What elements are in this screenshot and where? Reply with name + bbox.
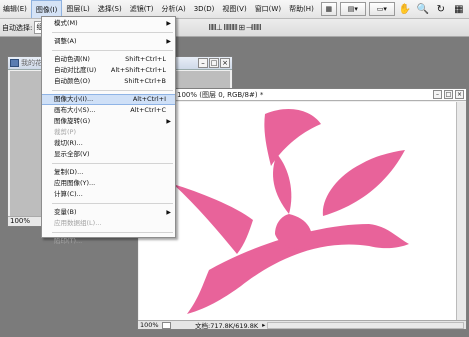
menu-item-shortcut: Alt+Shift+Ctrl+L [110, 66, 166, 74]
menu-separator [52, 232, 173, 233]
maximize-icon[interactable]: □ [209, 58, 219, 68]
status-arrow-icon[interactable]: ▸ [262, 321, 265, 329]
rotate-view-icon[interactable]: ↻ [433, 1, 449, 17]
menu-item-label: 裁剪(P) [54, 128, 76, 136]
menu-item-label: 裁切(R)... [54, 139, 83, 147]
menu-separator [52, 50, 173, 51]
menu-separator [52, 32, 173, 33]
submenu-arrow-icon: ▶ [166, 118, 171, 125]
maximize-icon[interactable]: □ [444, 90, 453, 99]
zoom-icon[interactable]: 🔍 [415, 1, 431, 17]
minimize-icon[interactable]: – [198, 58, 208, 68]
image-menu-item[interactable]: 图像大小(I)... Alt+Ctrl+I [42, 94, 175, 105]
menu-item-label: 调整(A) [54, 37, 77, 45]
image-menu-item[interactable]: 自动对比度(U) Alt+Shift+Ctrl+L [42, 65, 175, 76]
close-icon[interactable]: × [220, 58, 230, 68]
menu-item-label: 自动颜色(O) [54, 77, 91, 85]
menu-item-label: 变量(B) [54, 208, 77, 216]
minimize-icon[interactable]: – [433, 90, 442, 99]
menu-item-label: 显示全部(V) [54, 150, 90, 158]
view-extras-icon[interactable]: ▦ [320, 2, 337, 16]
image-menu: 模式(M) ▶ 调整(A) ▶ 自动色调(N) Shift+Ctrl+L 自动对比度(U) A… [41, 16, 176, 245]
doc-main-zoom[interactable]: 100% [138, 321, 162, 329]
align-buttons[interactable]: ⅡⅢ⊥ ⅢⅢⅢ ⊞ ⊣ⅢⅢ [208, 23, 261, 32]
grid-icon[interactable]: ▦ [451, 1, 467, 17]
image-menu-item[interactable]: 变量(B) ▶ [42, 207, 175, 218]
menu-item-shortcut: Alt+Ctrl+I [132, 95, 166, 103]
menu-item-shortcut: Shift+Ctrl+L [125, 55, 166, 63]
submenu-arrow-icon: ▶ [166, 38, 171, 45]
doc-small-title: 我的花 [21, 59, 42, 67]
menu-item-label: 图像大小(I)... [54, 95, 94, 103]
menu-item-label: 应用图像(Y)... [54, 179, 96, 187]
close-icon[interactable]: × [455, 90, 464, 99]
image-menu-item[interactable]: 计算(C)... [42, 189, 175, 200]
doc-main-horizontal-scrollbar[interactable] [267, 321, 464, 329]
image-menu-item: 应用数据组(L)... [42, 218, 175, 229]
image-menu-item[interactable]: 画布大小(S)... Alt+Ctrl+C [42, 105, 175, 116]
image-menu-item[interactable]: 图像旋转(G) ▶ [42, 116, 175, 127]
image-menu-item[interactable]: 裁切(R)... [42, 138, 175, 149]
doc-info: 文档:717.8K/619.8K [195, 322, 259, 330]
doc-small-window-controls: – □ × [198, 58, 230, 68]
menu-item-label: 模式(M) [54, 19, 78, 27]
menu-separator [52, 163, 173, 164]
submenu-arrow-icon: ▶ [166, 209, 171, 216]
menu-separator [52, 90, 173, 91]
menu-window[interactable]: 窗口(W) [251, 0, 285, 18]
image-menu-item[interactable]: 复制(D)... [42, 167, 175, 178]
menu-item-label: 自动对比度(U) [54, 66, 97, 74]
status-menu-icon[interactable] [162, 321, 171, 329]
menu-help[interactable]: 帮助(H) [285, 0, 318, 18]
menu-item-label: 计算(C)... [54, 190, 83, 198]
menu-separator [52, 203, 173, 204]
image-menu-item: 陷印(T)... [42, 236, 175, 247]
submenu-arrow-icon: ▶ [166, 20, 171, 27]
arrange-icon[interactable]: ▤▾ [339, 2, 366, 16]
menu-item-label: 陷印(T)... [54, 237, 83, 245]
image-menu-item[interactable]: 自动色调(N) Shift+Ctrl+L [42, 54, 175, 65]
menu-item-label: 自动色调(N) [54, 55, 90, 63]
menu-item-shortcut: Shift+Ctrl+B [124, 77, 166, 85]
menu-item-label: 复制(D)... [54, 168, 84, 176]
doc-main-vertical-scrollbar[interactable] [456, 102, 466, 320]
image-menu-item[interactable]: 显示全部(V) [42, 149, 175, 160]
menu-3d[interactable]: 3D(D) [190, 0, 219, 18]
doc-main-title[interactable]: 100% (图层 0, RGB/8#) * [138, 89, 466, 101]
document-icon [10, 59, 19, 67]
image-menu-item[interactable]: 调整(A) ▶ [42, 36, 175, 47]
image-menu-item[interactable]: 模式(M) ▶ [42, 18, 175, 29]
document-window-main[interactable]: 100% (图层 0, RGB/8#) * – □ × 100% 文档:717.… [137, 88, 467, 330]
image-menu-item[interactable]: 自动颜色(O) Shift+Ctrl+B [42, 76, 175, 87]
image-menu-item[interactable]: 应用图像(Y)... [42, 178, 175, 189]
photoshop-window: 编辑(E) 图像(I) 图层(L) 选择(S) 滤镜(T) 分析(A) 3D(D… [0, 0, 469, 337]
menu-item-label: 画布大小(S)... [54, 106, 96, 114]
menu-edit[interactable]: 编辑(E) [0, 0, 31, 18]
menu-item-label: 图像旋转(G) [54, 117, 91, 125]
pink-bird-shape [173, 109, 409, 314]
menu-view[interactable]: 视图(V) [218, 0, 250, 18]
doc-main-window-controls: – □ × [433, 90, 464, 99]
auto-select-label: 自动选择: [2, 23, 33, 32]
screen-mode-icon[interactable]: ▭▾ [368, 2, 395, 16]
menu-item-shortcut: Alt+Ctrl+C [130, 106, 166, 114]
doc-main-statusbar: 100% 文档:717.8K/619.8K ▸ [138, 320, 466, 330]
menu-item-label: 应用数据组(L)... [54, 219, 102, 227]
hand-icon[interactable]: ✋ [397, 1, 413, 17]
image-menu-item: 裁剪(P) [42, 127, 175, 138]
doc-main-canvas[interactable] [139, 102, 456, 320]
